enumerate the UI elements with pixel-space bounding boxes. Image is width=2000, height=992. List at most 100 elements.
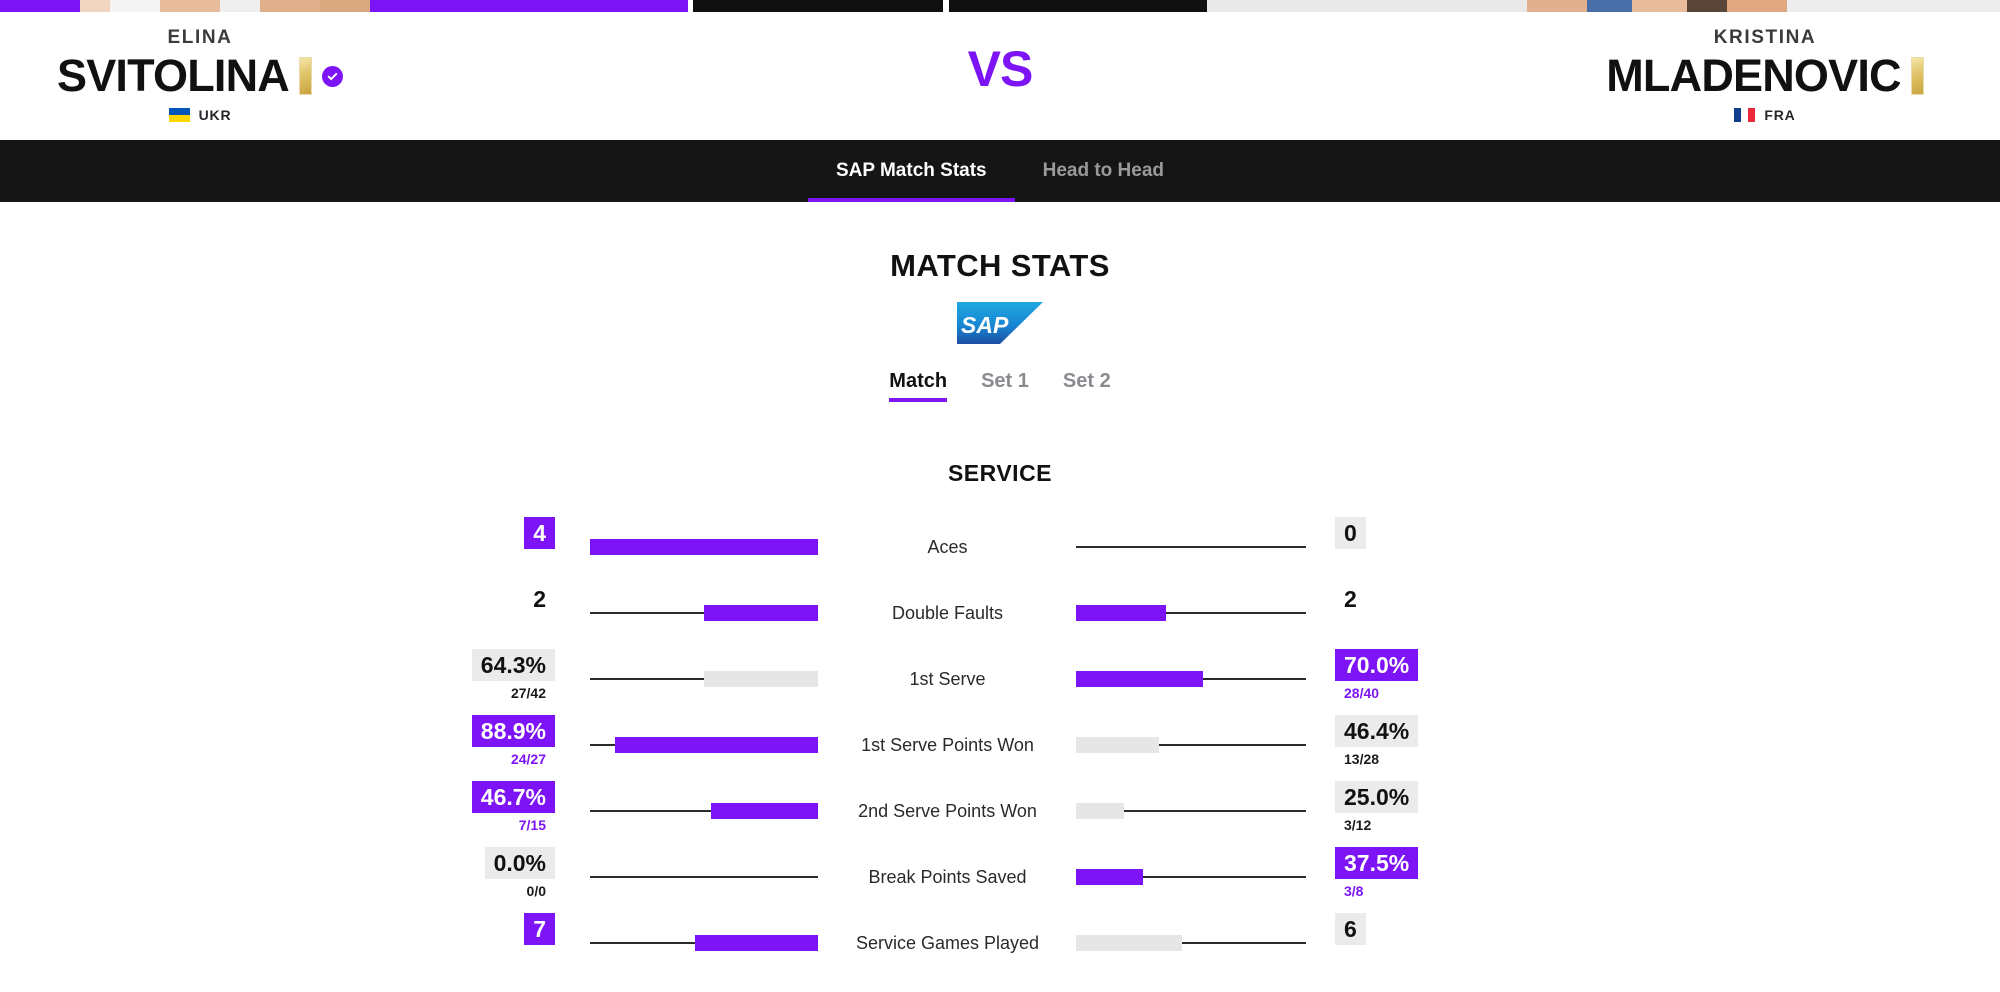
set-tab-set-1-label: Set 1: [981, 370, 1029, 392]
stat-label: 1st Serve: [909, 669, 986, 689]
stat-value-fraction-left: 27/42: [510, 685, 546, 701]
stat-bar-track-left: [590, 803, 818, 819]
stat-bar-track-right: [1076, 935, 1306, 951]
photo-strip-segment: [1207, 0, 1527, 12]
stat-value-left: 64.3% 27/42: [405, 649, 555, 702]
stat-value-badge-right: 37.5%: [1335, 847, 1419, 879]
photo-strip-segment: [320, 0, 370, 12]
stat-value-badge-left: 88.9%: [471, 715, 555, 747]
stat-bar-track-left: [590, 876, 818, 878]
photo-strip-segment: [1727, 0, 1787, 12]
stat-bar-fill-right: [1076, 737, 1159, 753]
stat-value-badge-left: 4: [524, 517, 555, 549]
stat-bar-fill-left: [615, 737, 818, 753]
set-tab-match[interactable]: Match: [889, 370, 947, 402]
stat-label: 2nd Serve Points Won: [858, 801, 1037, 821]
stat-bar-fill-left: [704, 671, 818, 687]
france-flag-icon: [1734, 108, 1756, 122]
stat-label: Double Faults: [891, 603, 1004, 623]
photo-strip-segment: [1787, 0, 2000, 12]
stat-value-badge-left: 2: [533, 586, 546, 612]
stat-label: Break Points Saved: [868, 867, 1027, 887]
stat-label: 1st Serve Points Won: [861, 735, 1034, 755]
stat-value-badge-right: 46.4%: [1335, 715, 1419, 747]
player-right-first-name: KRISTINA: [1713, 27, 1817, 48]
player-right-country-code: FRA: [1764, 107, 1796, 123]
stat-value-left: 7: [405, 913, 555, 945]
stat-value-fraction-left: 0/0: [526, 883, 546, 899]
player-left-country: UKR: [0, 107, 400, 123]
stat-value-badge-right: 6: [1335, 913, 1366, 945]
stat-row: 64.3% 27/42 1st Serve 70.0% 28/40: [0, 649, 2000, 715]
set-tab-set-2[interactable]: Set 2: [1063, 370, 1111, 402]
tab-sap-match-stats-label: SAP Match Stats: [835, 160, 987, 181]
photo-strip-segment: [80, 0, 110, 12]
sponsor-logo-wrap: SAP: [0, 302, 2000, 344]
stat-label: Service Games Played: [855, 933, 1040, 953]
stat-bar-track-right: [1076, 869, 1306, 885]
player-right[interactable]: KRISTINA MLADENOVIC FRA: [1530, 12, 2000, 123]
gold-seed-bar-icon: [1910, 57, 1924, 95]
stat-bar-track-right: [1076, 737, 1306, 753]
photo-strip-segment: [1587, 0, 1632, 12]
photo-strip-segment: [1527, 0, 1587, 12]
set-tab-match-label: Match: [889, 370, 948, 392]
stat-row: 7 Service Games Played 6: [0, 913, 2000, 979]
stat-bar-fill-right: [1076, 935, 1182, 951]
stat-bar-fill-right: [1076, 671, 1203, 687]
stat-bar-track-left: [590, 605, 818, 621]
set-tab-set-2-label: Set 2: [1062, 370, 1111, 392]
tab-head-to-head[interactable]: Head to Head: [1039, 140, 1168, 202]
stat-value-fraction-right: 28/40: [1344, 685, 1380, 701]
stat-value-badge-right: 70.0%: [1335, 649, 1419, 681]
stat-value-fraction-right: 3/12: [1344, 817, 1372, 833]
main-content: MATCH STATS SAP Match Set 1 Set 2 SERVIC…: [0, 248, 2000, 979]
photo-strip-segment: [160, 0, 220, 12]
stat-value-right: 25.0% 3/12: [1335, 781, 1485, 834]
stat-row: 4 Aces 0: [0, 517, 2000, 583]
stat-bar-fill-left: [590, 539, 818, 555]
photo-strip-segment: [949, 0, 1207, 12]
stat-group-title: SERVICE: [947, 460, 1053, 486]
player-right-name-row: MLADENOVIC: [1530, 51, 2000, 101]
stat-bar-fill-left: [710, 803, 818, 819]
stat-value-badge-left: 46.7%: [471, 781, 555, 813]
tab-sap-match-stats[interactable]: SAP Match Stats: [808, 140, 1015, 202]
stat-value-fraction-right: 3/8: [1344, 883, 1364, 899]
stat-label: Aces: [927, 537, 968, 557]
set-tabs: Match Set 1 Set 2: [0, 370, 2000, 402]
stat-value-badge-right: 0: [1335, 517, 1366, 549]
player-right-last-name: MLADENOVIC: [1606, 50, 1901, 101]
stat-row: 88.9% 24/27 1st Serve Points Won 46.4% 13/28: [0, 715, 2000, 781]
tab-head-to-head-label: Head to Head: [1042, 160, 1165, 181]
stat-bar-fill-right: [1076, 869, 1143, 885]
stat-bar-track-left: [590, 539, 818, 555]
stat-value-left: 2: [405, 583, 555, 615]
stat-value-right: 37.5% 3/8: [1335, 847, 1485, 900]
stat-value-left: 88.9% 24/27: [405, 715, 555, 768]
stat-row: 2 Double Faults 2: [0, 583, 2000, 649]
stat-value-badge-left: 64.3%: [471, 649, 555, 681]
stat-value-right: 0: [1335, 517, 1485, 549]
stat-bar-track-right: [1076, 546, 1306, 548]
nav-bar: SAP Match Stats Head to Head: [0, 140, 2000, 202]
stat-value-fraction-left: 7/15: [518, 817, 546, 833]
stat-bar-track-right: [1076, 605, 1306, 621]
page-title: MATCH STATS: [890, 248, 1110, 283]
stat-value-left: 0.0% 0/0: [405, 847, 555, 900]
stat-bar-track-left: [590, 737, 818, 753]
stat-value-badge-left: 0.0%: [484, 847, 555, 879]
stat-bar-fill-right: [1076, 803, 1125, 819]
photo-strip-segment: [1632, 0, 1687, 12]
stat-value-badge-left: 7: [524, 913, 555, 945]
stat-value-fraction-left: 24/27: [510, 751, 546, 767]
stat-row: 0.0% 0/0 Break Points Saved 37.5% 3/8: [0, 847, 2000, 913]
stat-value-left: 46.7% 7/15: [405, 781, 555, 834]
stat-row: 46.7% 7/15 2nd Serve Points Won 25.0% 3/12: [0, 781, 2000, 847]
set-tab-set-1[interactable]: Set 1: [981, 370, 1029, 402]
photo-strip-segment: [220, 0, 260, 12]
svg-text:SAP: SAP: [961, 312, 1009, 338]
photo-strip-segment: [110, 0, 160, 12]
stat-bar-track-right: [1076, 671, 1306, 687]
stat-value-badge-right: 2: [1344, 586, 1357, 612]
